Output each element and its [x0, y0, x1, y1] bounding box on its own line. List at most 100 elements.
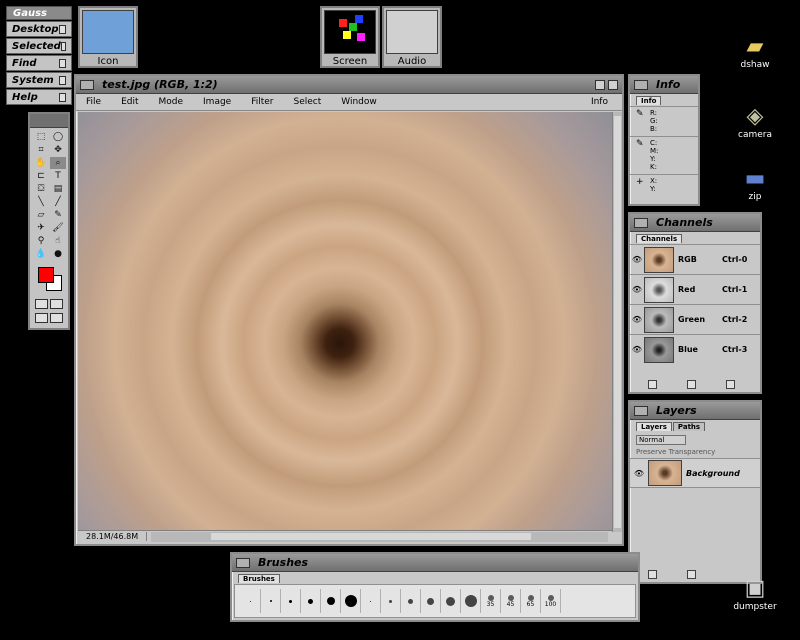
menu-mode[interactable]: Mode	[159, 97, 184, 107]
desktop-icon-dumpster[interactable]: ▣ dumpster	[730, 576, 780, 612]
brush-6[interactable]	[341, 589, 361, 613]
panel-menu-button[interactable]	[634, 405, 648, 416]
desktop-icon-zip[interactable]: ▬ zip	[730, 166, 780, 202]
blend-mode-select[interactable]: Normal	[636, 435, 686, 445]
eye-icon[interactable]: 👁	[630, 469, 648, 478]
window-menu-button[interactable]	[80, 79, 94, 90]
brush-10[interactable]	[421, 589, 441, 613]
toolchest-item-desktop[interactable]: Desktop	[6, 21, 72, 37]
fullscreen-mode-icon[interactable]	[50, 313, 63, 323]
menu-filter[interactable]: Filter	[251, 97, 273, 107]
line-tool-icon[interactable]: ╲	[33, 196, 49, 208]
eye-icon[interactable]: 👁	[630, 315, 644, 324]
brush-4[interactable]	[301, 589, 321, 613]
menu-info[interactable]: Info	[591, 97, 608, 107]
foreground-color-swatch[interactable]	[38, 267, 54, 283]
brushes-tab[interactable]: Brushes	[238, 574, 280, 583]
menu-edit[interactable]: Edit	[121, 97, 138, 107]
hand-tool-icon[interactable]: ✋	[33, 157, 49, 169]
screen-mode-icon[interactable]	[35, 313, 48, 323]
channel-row-red[interactable]: 👁 Red Ctrl-1	[630, 274, 760, 304]
paths-tab[interactable]: Paths	[672, 422, 706, 431]
brush-7[interactable]	[361, 589, 381, 613]
color-swatches[interactable]	[34, 265, 64, 295]
panel-menu-button[interactable]	[634, 217, 648, 228]
eye-icon[interactable]: 👁	[630, 345, 644, 354]
brush-12[interactable]	[461, 589, 481, 613]
toolchest-item-system[interactable]: System	[6, 72, 72, 88]
brush-65[interactable]: 65	[521, 589, 541, 613]
stamp-tool-icon[interactable]: ⚲	[33, 235, 49, 247]
eyedropper-tool-icon[interactable]: ╱	[50, 196, 66, 208]
horizontal-scrollbar[interactable]	[151, 531, 608, 542]
brush-8[interactable]	[381, 589, 401, 613]
menu-select[interactable]: Select	[294, 97, 322, 107]
marquee-tool-icon[interactable]: ⬚	[33, 131, 49, 143]
preserve-transparency-checkbox[interactable]: Preserve Transparency	[636, 448, 754, 456]
maximize-button[interactable]	[608, 79, 618, 90]
lasso-tool-icon[interactable]: ◯	[50, 131, 66, 143]
brush-35[interactable]: 35	[481, 589, 501, 613]
trash-icon[interactable]	[687, 569, 696, 579]
toolchest-item-help[interactable]: Help	[6, 89, 72, 105]
desktop-icon-camera[interactable]: ◈ camera	[730, 104, 780, 140]
channel-row-green[interactable]: 👁 Green Ctrl-2	[630, 304, 760, 334]
smudge-tool-icon[interactable]: ☝	[50, 235, 66, 247]
eye-icon[interactable]: 👁	[630, 255, 644, 264]
menu-file[interactable]: File	[86, 97, 101, 107]
brush-5[interactable]	[321, 589, 341, 613]
bucket-tool-icon[interactable]: ⛋	[33, 183, 49, 195]
crop2-tool-icon[interactable]: ⊏	[33, 170, 49, 182]
channel-row-rgb[interactable]: 👁 RGB Ctrl-0	[630, 244, 760, 274]
audio-panel-minimized[interactable]: Audio Panel	[382, 6, 442, 79]
toolchest-item-find[interactable]: Find	[6, 55, 72, 71]
horizontal-scroll-thumb[interactable]	[211, 532, 532, 540]
brush-2[interactable]	[261, 589, 281, 613]
brush-1[interactable]	[241, 589, 261, 613]
brush-11[interactable]	[441, 589, 461, 613]
layers-titlebar[interactable]: Layers	[630, 402, 760, 420]
toolchest-item-selected[interactable]: Selected	[6, 38, 72, 54]
channels-titlebar[interactable]: Channels	[630, 214, 760, 232]
pencil-tool-icon[interactable]: ✎	[50, 209, 66, 221]
image-canvas[interactable]	[78, 112, 612, 532]
paintbrush-tool-icon[interactable]: 🖌	[50, 222, 66, 234]
move-tool-icon[interactable]: ✥	[50, 144, 66, 156]
channel-row-blue[interactable]: 👁 Blue Ctrl-3	[630, 334, 760, 364]
layers-tab[interactable]: Layers	[636, 422, 672, 431]
desktop-icon-dshaw[interactable]: ▰ dshaw	[730, 34, 780, 70]
minimize-button[interactable]	[595, 79, 605, 90]
crop-tool-icon[interactable]: ⌗	[33, 144, 49, 156]
standard-mode-icon[interactable]	[35, 299, 48, 309]
vertical-scroll-thumb[interactable]	[614, 116, 621, 528]
channels-tab[interactable]: Channels	[636, 234, 683, 243]
new-channel-icon[interactable]	[687, 379, 696, 389]
blur-tool-icon[interactable]: 💧	[33, 248, 49, 260]
brush-45[interactable]: 45	[501, 589, 521, 613]
zoom-tool-icon[interactable]: ⌕	[50, 157, 66, 169]
load-selection-icon[interactable]	[648, 379, 657, 389]
menu-window[interactable]: Window	[341, 97, 377, 107]
airbrush-tool-icon[interactable]: ✈	[33, 222, 49, 234]
tools-titlebar[interactable]	[30, 114, 68, 128]
brush-100[interactable]: 100	[541, 589, 561, 613]
panel-menu-button[interactable]	[634, 79, 648, 90]
brush-9[interactable]	[401, 589, 421, 613]
layer-row-background[interactable]: 👁 Background	[630, 458, 760, 488]
info-titlebar[interactable]: Info	[630, 76, 698, 94]
brushes-titlebar[interactable]: Brushes	[232, 554, 638, 572]
eraser-tool-icon[interactable]: ▱	[33, 209, 49, 221]
info-tab[interactable]: Info	[636, 96, 662, 105]
brush-3[interactable]	[281, 589, 301, 613]
dodge-tool-icon[interactable]: ●	[50, 248, 66, 260]
screen-saver-minimized[interactable]: Screen Saver	[320, 6, 380, 79]
document-titlebar[interactable]: test.jpg (RGB, 1:2)	[76, 76, 622, 94]
vertical-scrollbar[interactable]	[612, 112, 622, 532]
trash-icon[interactable]	[726, 379, 735, 389]
quickmask-mode-icon[interactable]	[50, 299, 63, 309]
menu-image[interactable]: Image	[203, 97, 231, 107]
eye-icon[interactable]: 👁	[630, 285, 644, 294]
icon-catalog-minimized[interactable]: Icon Catalog	[78, 6, 138, 79]
panel-menu-button[interactable]	[236, 557, 250, 568]
type-tool-icon[interactable]: T	[50, 170, 66, 182]
